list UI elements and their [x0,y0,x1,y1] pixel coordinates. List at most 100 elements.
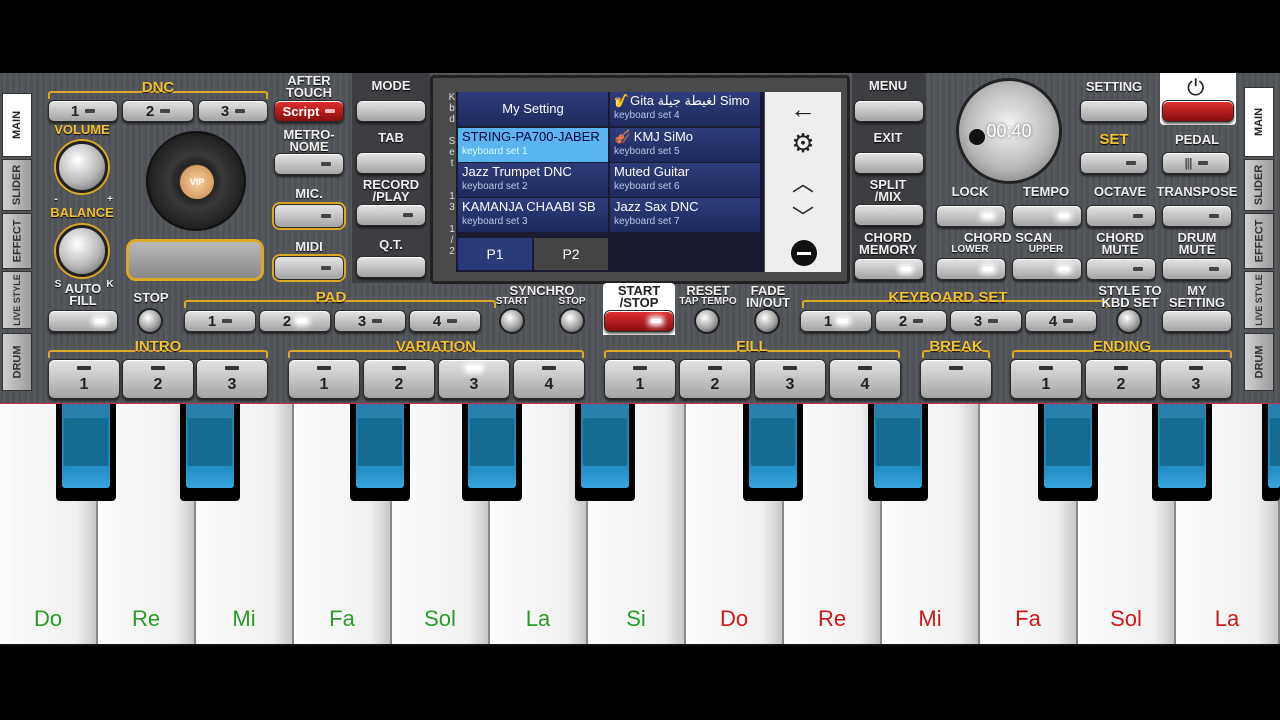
page-tab-p2[interactable]: P2 [534,238,608,270]
dnc-button-2[interactable]: 2 [122,100,194,122]
fade-knob[interactable] [754,308,780,334]
fill-button-4[interactable]: 4 [829,359,901,399]
mode-button[interactable] [356,100,426,122]
kbd-cell-6[interactable]: Muted Guitar keyboard set 6 [610,163,760,197]
kbd-cell-3[interactable]: KAMANJA CHAABI SB keyboard set 3 [458,198,608,232]
black-key[interactable] [56,404,116,501]
side-tab-live-style-right[interactable]: LIVE STYLE [1244,271,1274,329]
kbd-set-button-2[interactable]: 2 [875,310,947,332]
fill-button-3[interactable]: 3 [754,359,826,399]
kbd-cell-5[interactable]: 🎻 KMJ SiMo keyboard set 5 [610,128,760,162]
kbd-cell-4[interactable]: 🎷Gita لغيطة جيلة Simo keyboard set 4 [610,92,760,126]
black-key-face [1268,404,1280,488]
black-key[interactable] [868,404,928,501]
drum-mute-button[interactable] [1162,258,1232,280]
black-key[interactable] [1038,404,1098,501]
black-key[interactable] [180,404,240,501]
pedal-button[interactable]: ||| [1162,152,1230,174]
style-to-kbd-knob[interactable] [1116,308,1142,334]
synchro-stop-knob[interactable] [559,308,585,334]
pad-button-2[interactable]: 2 [259,310,331,332]
side-tab-slider-right[interactable]: SLIDER [1244,159,1274,211]
side-tab-drum-left[interactable]: DRUM [2,333,32,391]
script-button[interactable]: Script [274,100,344,122]
start-stop-button[interactable] [604,310,674,332]
kbd-set-button-4[interactable]: 4 [1025,310,1097,332]
set-button[interactable] [1080,152,1148,174]
midi-button[interactable] [274,256,344,280]
tempo-dial[interactable]: 00:40 [956,78,1062,184]
gear-icon[interactable]: ⚙ [765,128,841,159]
kbd-cell-7[interactable]: Jazz Sax DNC keyboard set 7 [610,198,760,232]
tab-button[interactable] [356,152,426,174]
kbd-cell-1[interactable]: STRING-PA700-JABER keyboard set 1 [458,128,608,162]
fill-button-2[interactable]: 2 [679,359,751,399]
ending-button-2[interactable]: 2 [1085,359,1157,399]
variation-button-3[interactable]: 3 [438,359,510,399]
back-arrow-icon[interactable]: ← [765,94,841,125]
page-tab-p1[interactable]: P1 [458,238,532,270]
pad-button-3[interactable]: 3 [334,310,406,332]
side-tab-main-left[interactable]: MAIN [2,93,32,157]
kbd-cell-2[interactable]: Jazz Trumpet DNC keyboard set 2 [458,163,608,197]
side-tab-effect-left[interactable]: EFFECT [2,213,32,269]
side-tab-slider-left[interactable]: SLIDER [2,159,32,211]
exit-button[interactable] [854,152,924,174]
variation-button-4[interactable]: 4 [513,359,585,399]
variation-button-2[interactable]: 2 [363,359,435,399]
break-button[interactable] [920,359,992,399]
vip-disc[interactable]: VIP [146,131,246,231]
pad-button-4[interactable]: 4 [409,310,481,332]
pad-button-1[interactable]: 1 [184,310,256,332]
black-key[interactable] [350,404,410,501]
my-setting-button[interactable] [1162,310,1232,332]
setting-button[interactable] [1080,100,1148,122]
tempo-button[interactable] [1012,205,1082,227]
pad-stop-knob[interactable] [137,308,163,334]
side-tab-effect-right[interactable]: EFFECT [1244,213,1274,269]
kbd-set-button-3[interactable]: 3 [950,310,1022,332]
intro-button-2[interactable]: 2 [122,359,194,399]
dnc-button-3[interactable]: 3 [198,100,268,122]
variation-button-1[interactable]: 1 [288,359,360,399]
auto-fill-button[interactable] [48,310,118,332]
fill-button-1[interactable]: 1 [604,359,676,399]
octave-button[interactable] [1086,205,1156,227]
synchro-start-knob[interactable] [499,308,525,334]
chord-mute-button[interactable] [1086,258,1156,280]
dnc-button-1[interactable]: 1 [48,100,118,122]
lock-button[interactable] [936,205,1006,227]
side-tab-drum-right[interactable]: DRUM [1244,333,1274,391]
chord-scan-lower-button[interactable] [936,258,1006,280]
black-key[interactable] [743,404,803,501]
display-slot[interactable] [126,239,264,281]
black-key[interactable] [575,404,635,501]
power-button[interactable] [1162,100,1234,122]
chevron-down-icon[interactable]: ﹀ [765,200,841,232]
menu-button[interactable] [854,100,924,122]
mic-button[interactable] [274,204,344,228]
reset-knob[interactable] [694,308,720,334]
chord-scan-upper-button[interactable] [1012,258,1082,280]
kbd-set-button-1[interactable]: 1 [800,310,872,332]
intro-button-3[interactable]: 3 [196,359,268,399]
balance-knob[interactable] [56,225,108,277]
side-tab-main-right[interactable]: MAIN [1244,87,1274,157]
volume-knob[interactable] [56,141,108,193]
black-key[interactable] [462,404,522,501]
my-setting-cell[interactable]: My Setting [458,92,608,126]
minus-circle-icon[interactable] [791,240,817,266]
chevron-up-icon[interactable]: ︿ [765,166,841,198]
ending-button-3[interactable]: 3 [1160,359,1232,399]
black-key[interactable] [1262,404,1280,501]
intro-button-1[interactable]: 1 [48,359,120,399]
chord-memory-button[interactable] [854,258,924,280]
split-mix-button[interactable] [854,204,924,226]
transpose-button[interactable] [1162,205,1232,227]
metronome-button[interactable] [274,153,344,175]
ending-button-1[interactable]: 1 [1010,359,1082,399]
record-play-button[interactable] [356,204,426,226]
black-key[interactable] [1152,404,1212,501]
qt-button[interactable] [356,256,426,278]
side-tab-live-style-left[interactable]: LIVE STYLE [2,271,32,329]
